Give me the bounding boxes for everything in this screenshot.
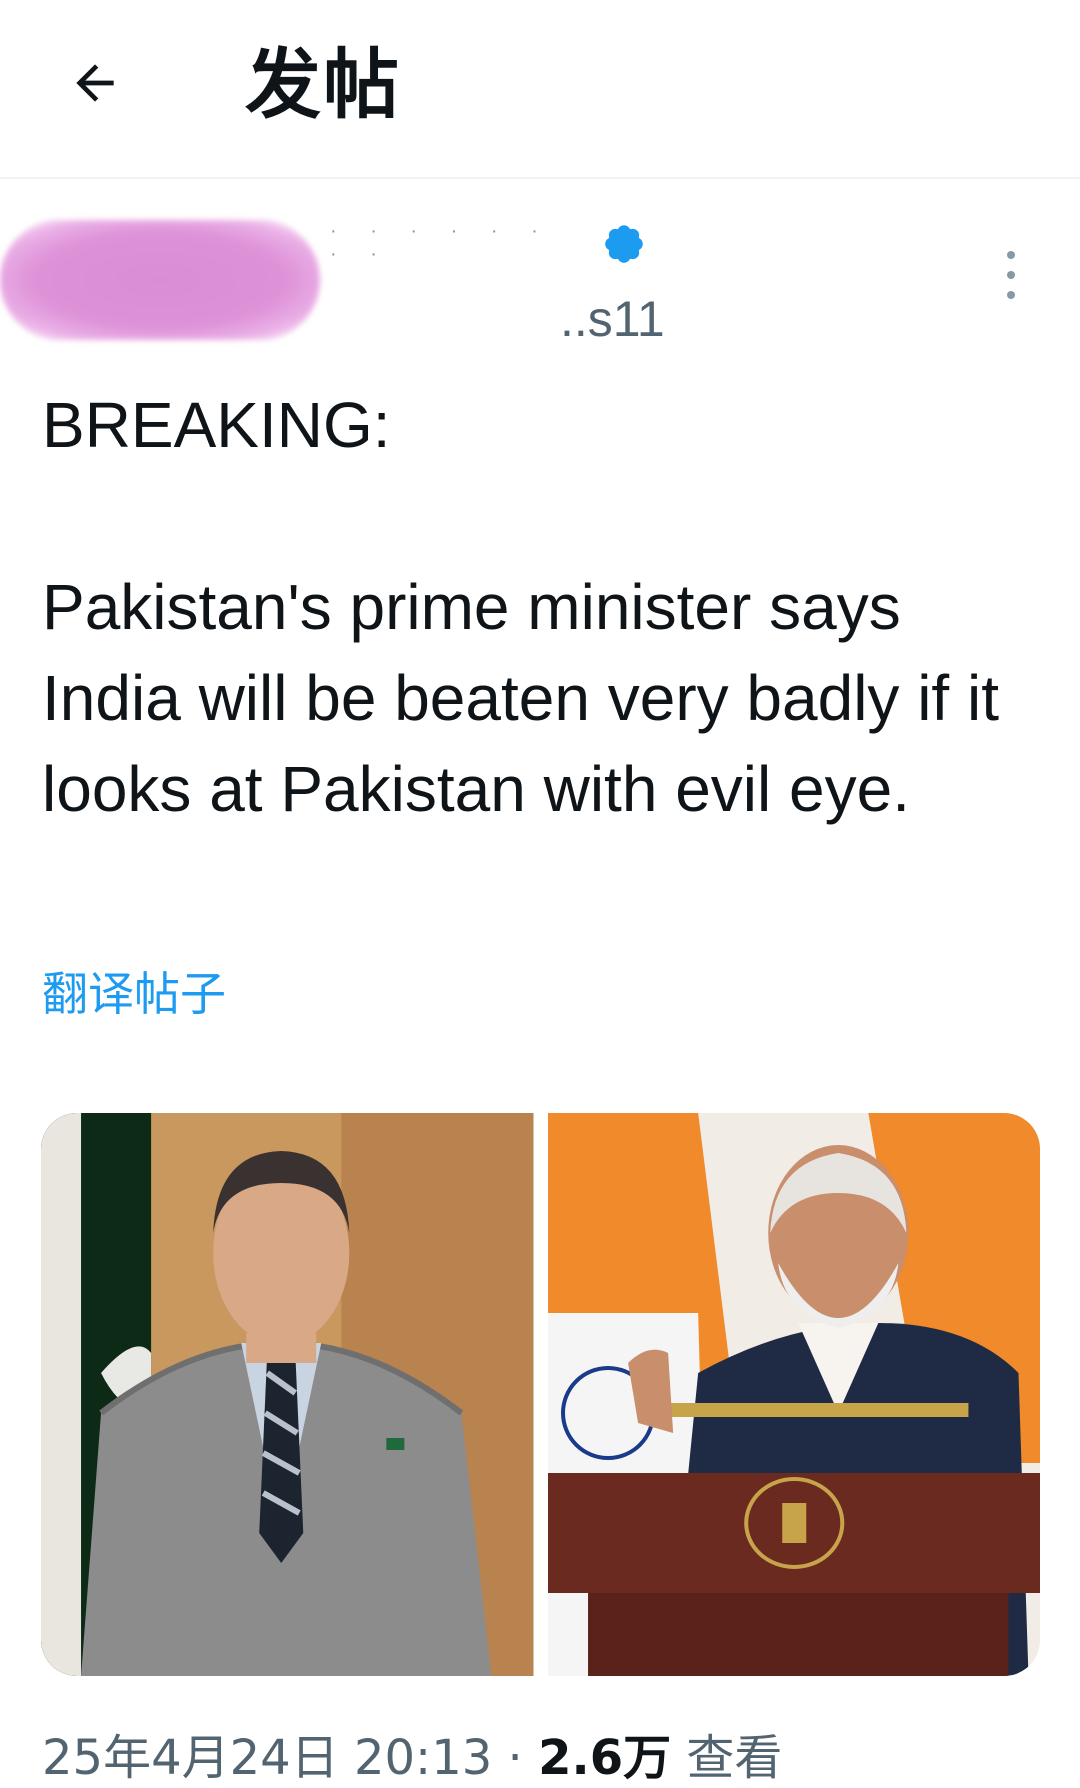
author-row[interactable]: · · · · · · · · ..s11 [0, 200, 1080, 360]
tweet-headline: BREAKING: [42, 389, 391, 461]
back-button[interactable] [52, 40, 138, 126]
translate-post-link[interactable]: 翻译帖子 [42, 958, 226, 1024]
display-name-redacted: · · · · · · · · [330, 220, 552, 265]
post-timestamp: 25年4月24日 20:13 · [42, 1730, 523, 1786]
tweet-body: BREAKING: Pakistan's prime minister says… [42, 380, 1042, 835]
verified-badge-icon [605, 225, 643, 263]
top-bar: 发帖 [0, 0, 1080, 179]
arrow-left-icon [76, 64, 114, 102]
more-options-button[interactable] [996, 245, 1026, 305]
avatar-redacted [0, 220, 320, 340]
views-count: 2.6万 [538, 1730, 672, 1786]
more-vertical-icon [1007, 251, 1015, 259]
post-meta: 25年4月24日 20:13 · 2.6万 查看 [42, 1718, 782, 1788]
photo-pakistan-pm[interactable] [41, 1113, 534, 1676]
tweet-content: Pakistan's prime minister says India wil… [42, 571, 999, 825]
author-handle: ..s11 [560, 291, 665, 347]
media-grid [41, 1113, 1040, 1676]
photo-india-pm[interactable] [547, 1113, 1040, 1676]
views-label: 查看 [686, 1730, 783, 1786]
page-title: 发帖 [245, 40, 401, 129]
